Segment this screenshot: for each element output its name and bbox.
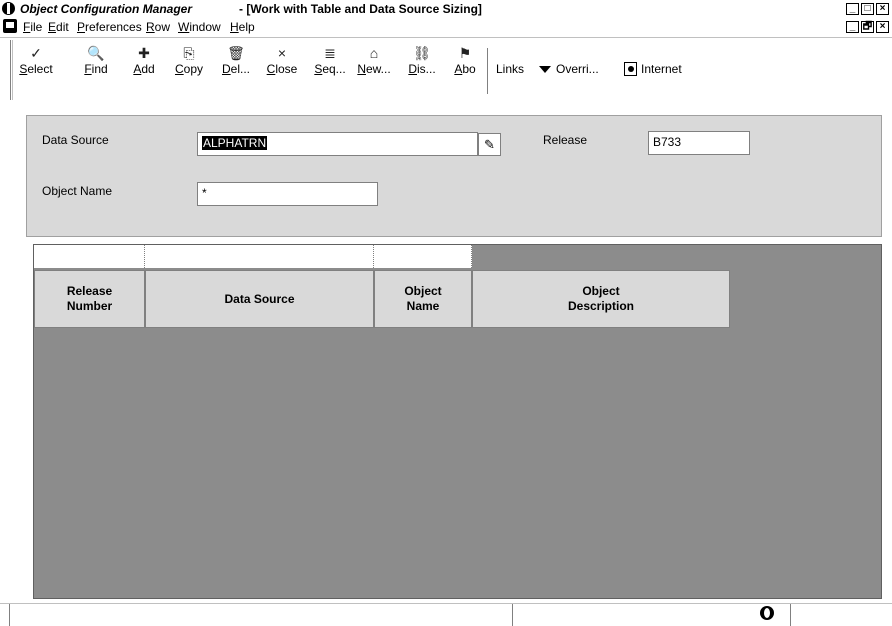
menu-row[interactable]: Row — [146, 20, 170, 34]
qbe-data-source[interactable] — [145, 245, 374, 268]
column-header-data-source[interactable]: Data Source — [145, 270, 374, 328]
menu-edit[interactable]: Edit — [48, 20, 69, 34]
internet-button[interactable]: Internet — [641, 62, 682, 76]
data-source-field[interactable]: ALPHATRN — [197, 132, 478, 156]
release-field[interactable]: B733 — [648, 131, 750, 155]
app-title: Object Configuration Manager — [20, 2, 193, 16]
data-source-label: Data Source — [42, 133, 109, 147]
system-menu-icon[interactable] — [3, 19, 17, 33]
copy-button[interactable]: ⎘ Copy — [172, 45, 206, 77]
display-button[interactable]: ⛓ Dis... — [404, 45, 440, 77]
status-pane-secondary — [512, 604, 750, 626]
object-name-label: Object Name — [42, 184, 113, 198]
globe-icon — [760, 606, 774, 620]
document-title: - [Work with Table and Data Source Sizin… — [239, 2, 482, 16]
child-close-button[interactable]: × — [876, 21, 889, 33]
select-button[interactable]: ✓ Select — [18, 45, 54, 77]
delete-button[interactable]: 🗑 Del... — [218, 45, 254, 77]
add-button[interactable]: ✚ Add — [130, 45, 158, 77]
menu-help[interactable]: Help — [230, 20, 255, 34]
child-restore-button[interactable]: 🗗 — [861, 21, 874, 33]
object-name-field[interactable]: * — [197, 182, 378, 206]
find-icon: 🔍 — [87, 45, 105, 61]
toolbar-separator — [487, 48, 489, 94]
maximize-button[interactable]: □ — [861, 3, 874, 15]
overrides-button[interactable]: Overri... — [556, 62, 599, 76]
sequence-icon: ≣ — [324, 45, 336, 61]
display-icon: ⛓ — [413, 45, 431, 61]
overrides-dropdown-icon[interactable] — [539, 66, 551, 73]
copy-icon: ⎘ — [183, 45, 195, 61]
child-minimize-button[interactable]: _ — [846, 21, 859, 33]
sequence-button[interactable]: ≣ Seq... — [310, 45, 350, 77]
qbe-release-number[interactable] — [34, 245, 145, 268]
check-icon: ✓ — [30, 45, 42, 61]
about-icon: ⚑ — [458, 45, 472, 61]
release-label: Release — [543, 133, 588, 147]
add-icon: ✚ — [138, 45, 150, 61]
app-icon[interactable] — [2, 2, 15, 15]
close-window-button[interactable]: × — [876, 3, 889, 15]
toolbar-grip[interactable] — [10, 40, 13, 100]
menu-file[interactable]: File — [23, 20, 42, 34]
minimize-button[interactable]: _ — [846, 3, 859, 15]
column-header-release-number[interactable]: Release Number — [34, 270, 145, 328]
column-header-object-name[interactable]: Object Name — [374, 270, 472, 328]
find-button[interactable]: 🔍 Find — [78, 45, 114, 77]
close-icon: × — [277, 45, 287, 61]
about-button[interactable]: ⚑ Abo — [450, 45, 480, 77]
status-pane-main — [9, 604, 512, 626]
menu-preferences[interactable]: Preferences — [77, 20, 142, 34]
pencil-search-icon: ✎ — [484, 137, 495, 152]
new-icon: ⌂ — [369, 45, 379, 61]
qbe-object-name[interactable] — [374, 245, 472, 268]
links-button[interactable]: Links — [496, 62, 524, 76]
status-pane-right — [790, 604, 892, 626]
data-source-search-button[interactable]: ✎ — [478, 133, 501, 156]
internet-icon[interactable] — [624, 62, 637, 76]
column-header-object-description[interactable]: Object Description — [472, 270, 730, 328]
trash-icon: 🗑 — [227, 45, 245, 61]
data-source-value: ALPHATRN — [202, 136, 268, 150]
new-button[interactable]: ⌂ New... — [354, 45, 394, 77]
close-button[interactable]: × Close — [262, 45, 302, 77]
menu-window[interactable]: Window — [178, 20, 221, 34]
